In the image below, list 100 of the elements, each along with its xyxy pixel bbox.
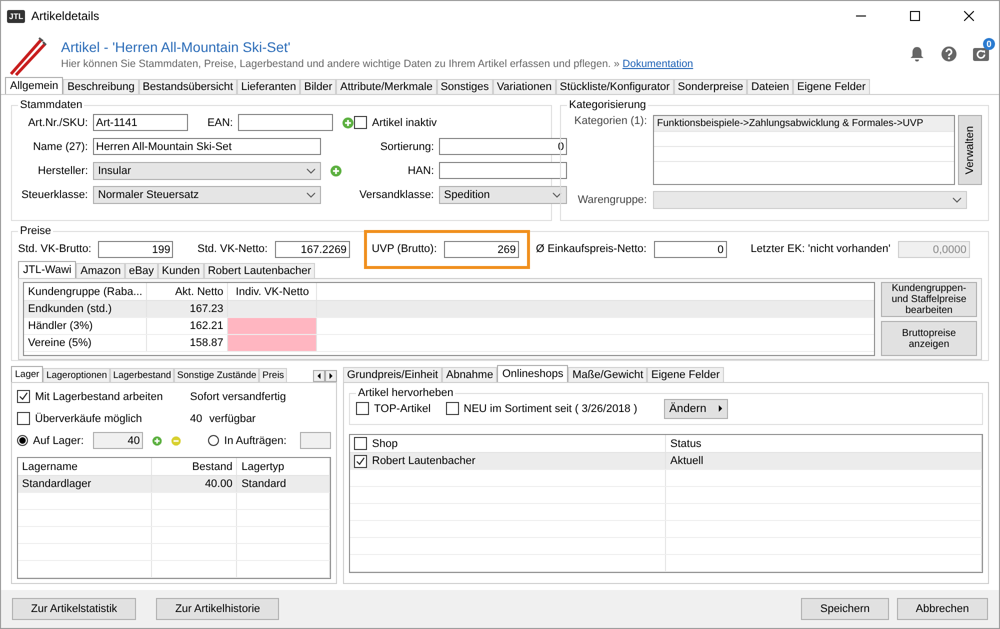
checkbox[interactable]: [17, 412, 30, 425]
field-label: Warengruppe:: [576, 194, 647, 206]
tab[interactable]: Bilder: [300, 79, 336, 94]
tab[interactable]: Grundpreis/Einheit: [343, 367, 442, 382]
tab[interactable]: Robert Lautenbacher: [204, 263, 316, 278]
maximize-icon[interactable]: [910, 11, 920, 21]
refresh-icon[interactable]: [973, 46, 989, 62]
tab[interactable]: Lagerbestand: [110, 368, 174, 382]
input-field[interactable]: [300, 432, 331, 449]
add-icon[interactable]: [330, 164, 342, 176]
navigation-button[interactable]: Zur Artikelhistorie: [156, 598, 280, 620]
checkbox-label[interactable]: Mit Lagerbestand arbeiten: [35, 390, 185, 402]
input-field[interactable]: [439, 162, 567, 179]
field-label: Versandklasse:: [358, 188, 434, 200]
checkbox[interactable]: [354, 437, 367, 450]
stock-label: verfügbar: [209, 412, 256, 424]
tab[interactable]: Preis: [259, 368, 288, 382]
tab[interactable]: Variationen: [492, 79, 556, 94]
field-label: Ø Einkaufspreis-Netto:: [536, 243, 647, 255]
notification-badge: 0: [983, 38, 995, 50]
action-button[interactable]: Bruttopreise anzeigen: [881, 321, 977, 356]
tab[interactable]: Lageroptionen: [43, 368, 110, 382]
input-field[interactable]: Herren All-Mountain Ski-Set: [93, 138, 321, 155]
tab[interactable]: Eigene Felder: [647, 367, 724, 382]
radio-label[interactable]: Auf Lager:: [33, 434, 84, 446]
documentation-link[interactable]: Dokumentation: [622, 58, 694, 70]
close-icon[interactable]: [964, 11, 974, 21]
tab[interactable]: Sonderpreise: [674, 79, 748, 94]
table-cell: Vereine (5%): [24, 334, 147, 352]
input-field[interactable]: 40: [92, 432, 143, 449]
tab[interactable]: Dateien: [747, 79, 794, 94]
checkbox[interactable]: [354, 454, 367, 468]
field-label: Std. VK-Netto:: [197, 243, 268, 255]
tab[interactable]: Sonstige Zustände: [174, 368, 260, 382]
table-cell: 162.21: [146, 318, 228, 334]
input-field[interactable]: 0: [654, 240, 727, 258]
checkbox-label[interactable]: Überverkäufe möglich: [35, 412, 185, 424]
dropdown[interactable]: Normaler Steuersatz: [93, 186, 321, 204]
action-button[interactable]: Kundengruppen- und Staffelpreise bearbeiten: [881, 282, 977, 317]
manage-button[interactable]: Verwalten: [958, 115, 982, 185]
table-cell: 167.23: [146, 300, 228, 318]
dropdown[interactable]: Insular: [93, 162, 321, 180]
group-title: Artikel hervorheben: [357, 387, 454, 399]
chevron-down-icon: [952, 196, 962, 202]
status-text: Sofort versandfertig: [190, 390, 286, 402]
tab[interactable]: Kunden: [158, 263, 204, 278]
group-title: Stammdaten: [19, 99, 84, 111]
tab[interactable]: Stückliste/Konfigurator: [556, 79, 674, 94]
table-cell: Endkunden (std.): [24, 300, 147, 318]
category-list[interactable]: Funktionsbeispiele->Zahlungsabwicklung & Formales->UVP: [653, 115, 955, 185]
dialog-button[interactable]: Abbrechen: [896, 598, 988, 620]
list-item[interactable]: Funktionsbeispiele->Zahlungsabwicklung & Formales->UVP: [654, 116, 954, 131]
radio-button[interactable]: [208, 435, 220, 446]
checkbox[interactable]: [354, 116, 367, 129]
scroll-left-icon[interactable]: [313, 370, 325, 382]
tab[interactable]: Bestandsübersicht: [138, 79, 238, 94]
tab[interactable]: Lager: [11, 366, 44, 382]
chevron-down-icon: [306, 168, 316, 174]
field-label: Hersteller:: [36, 164, 88, 176]
column-header[interactable]: Shop: [372, 438, 398, 450]
help-icon[interactable]: [941, 46, 957, 62]
tab[interactable]: JTL-Wawi: [18, 261, 76, 278]
checkbox[interactable]: [356, 402, 369, 415]
checkbox[interactable]: [446, 402, 459, 415]
input-field[interactable]: 167.2269: [274, 240, 350, 258]
ski-icon: [7, 36, 47, 76]
tab[interactable]: eBay: [124, 263, 158, 278]
table-cell: Standardlager: [18, 476, 152, 492]
dropdown[interactable]: Spedition: [439, 186, 567, 204]
tab[interactable]: Maße/Gewicht: [568, 367, 648, 382]
radio-button[interactable]: [17, 435, 28, 446]
input-field[interactable]: Art-1141: [93, 114, 188, 131]
tab[interactable]: Lieferanten: [237, 79, 300, 94]
tab[interactable]: Abnahme: [442, 367, 498, 382]
checkbox[interactable]: [17, 390, 30, 403]
scroll-right-icon[interactable]: [325, 370, 337, 382]
tab[interactable]: Amazon: [76, 263, 125, 278]
tab[interactable]: Allgemein: [5, 77, 64, 94]
field-label: Steuerklasse:: [20, 188, 88, 200]
group-title: Preise: [19, 225, 52, 237]
input-field[interactable]: 199: [98, 240, 174, 258]
navigation-button[interactable]: Zur Artikelstatistik: [12, 598, 136, 620]
add-icon[interactable]: [152, 434, 162, 446]
radio-label[interactable]: In Aufträgen:: [224, 434, 287, 446]
table-cell: Standard: [236, 476, 330, 492]
tab[interactable]: Onlineshops: [497, 365, 568, 382]
stock-count: 40: [190, 412, 202, 424]
checkbox-label[interactable]: Artikel inaktiv: [372, 116, 437, 128]
tab[interactable]: Beschreibung: [63, 79, 139, 94]
change-button[interactable]: Ändern: [664, 398, 728, 418]
checkbox-label[interactable]: TOP-Artikel: [374, 402, 431, 414]
checkbox-label[interactable]: NEU im Sortiment seit ( 3/26/2018 ): [464, 402, 638, 414]
dialog-button[interactable]: Speichern: [801, 598, 889, 620]
input-field[interactable]: 269: [444, 240, 519, 258]
tab[interactable]: Eigene Felder: [793, 79, 870, 94]
tab[interactable]: Attribute/Merkmale: [336, 79, 437, 94]
bell-icon[interactable]: [909, 46, 925, 62]
tab[interactable]: Sonstiges: [436, 79, 493, 94]
group-title: Kategorisierung: [568, 99, 648, 111]
input-field[interactable]: [238, 114, 333, 131]
